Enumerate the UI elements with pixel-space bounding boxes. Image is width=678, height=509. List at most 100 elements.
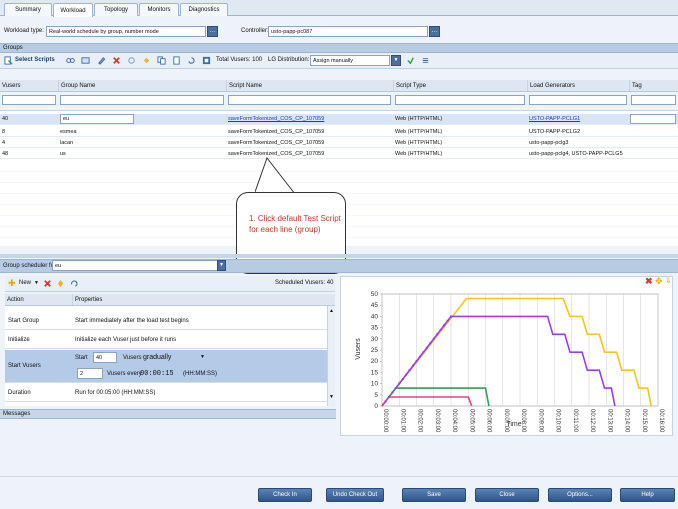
scroll-up-icon[interactable]: ▲ xyxy=(329,308,334,314)
list-icon[interactable] xyxy=(421,56,430,65)
start-vusers-input[interactable]: 40 xyxy=(93,352,117,363)
interval-input[interactable]: 00:00:15 xyxy=(140,370,174,378)
splitter[interactable] xyxy=(0,254,678,258)
col-group-name[interactable]: Group Name xyxy=(58,80,226,91)
new-button[interactable]: New xyxy=(19,280,31,286)
assign-icon[interactable] xyxy=(406,56,415,65)
cell-load-generator-link[interactable]: USTO-PAPP-PCLG1 xyxy=(527,114,629,124)
save-button[interactable]: Save xyxy=(402,488,466,502)
properties-icon[interactable] xyxy=(172,56,181,65)
filter-vusers[interactable] xyxy=(2,95,56,105)
action-name: Duration xyxy=(8,390,31,396)
scheduler-label: Group scheduler for: xyxy=(3,263,58,269)
step-vusers-input[interactable]: 2 xyxy=(77,368,103,379)
groups-header: Groups xyxy=(0,43,678,53)
new-dropdown-icon[interactable]: ▼ xyxy=(34,280,39,286)
edit-icon[interactable] xyxy=(97,56,106,65)
settings-icon[interactable] xyxy=(127,56,136,65)
col-tag[interactable]: Tag xyxy=(629,80,678,91)
delete-icon[interactable] xyxy=(112,56,121,65)
col-script-type[interactable]: Script Type xyxy=(393,80,527,91)
table-row[interactable]: 4 lacan saveFormTokenized_COS_CP_107059 … xyxy=(0,138,678,148)
move-action-icon[interactable] xyxy=(56,279,65,288)
start-mode-select[interactable]: gradually xyxy=(143,354,171,361)
filter-load-generators[interactable] xyxy=(529,95,627,105)
cell-script-name[interactable]: saveFormTokenized_COS_CP_107059 xyxy=(226,138,393,148)
start-label: Start xyxy=(75,355,88,361)
action-row[interactable]: Start Group Start immediately after the … xyxy=(5,312,335,330)
tab-summary[interactable]: Summary xyxy=(4,3,52,16)
workload-type-button[interactable]: … xyxy=(207,26,218,37)
x-tick-label: 00:10:00 xyxy=(555,409,561,433)
x-tick-label: 00:13:00 xyxy=(606,409,612,433)
series-marker xyxy=(443,324,446,327)
series-marker xyxy=(429,342,432,345)
series-marker xyxy=(446,319,449,322)
undo-icon[interactable] xyxy=(69,279,78,288)
action-row-selected[interactable]: Start Vusers Start 40 Vusers gradually ▼… xyxy=(5,350,335,383)
table-row[interactable]: 8 esmea saveFormTokenized_COS_CP_107059 … xyxy=(0,127,678,137)
undo-check-out-button[interactable]: Undo Check Out xyxy=(326,488,384,502)
delete-action-icon[interactable] xyxy=(43,279,52,288)
cell-load-generator[interactable]: USTO-PAPP-PCLG2 xyxy=(527,127,629,137)
y-tick-label: 10 xyxy=(371,381,379,388)
col-script-name[interactable]: Script Name xyxy=(226,80,393,91)
tab-workload[interactable]: Workload xyxy=(53,3,93,17)
link-icon[interactable] xyxy=(66,56,75,65)
cell-tag-input[interactable] xyxy=(630,114,676,124)
cell-script-type: Web (HTTP/HTML) xyxy=(395,116,443,122)
scheduler-scrollbar[interactable]: ▲ ▼ xyxy=(327,306,335,406)
cell-group-name: us xyxy=(60,151,66,157)
select-scripts-button[interactable]: Select Scripts xyxy=(15,57,55,63)
series-marker xyxy=(391,391,394,394)
lg-distribution-select[interactable]: Assign manually xyxy=(310,55,390,66)
filter-tag[interactable] xyxy=(631,95,676,105)
series-marker xyxy=(436,333,439,336)
check-in-button[interactable]: Check In xyxy=(258,488,312,502)
series-marker xyxy=(412,364,415,367)
col-load-generators[interactable]: Load Generators xyxy=(527,80,629,91)
view-icon[interactable] xyxy=(81,56,90,65)
close-button[interactable]: Close xyxy=(475,488,539,502)
cell-script-name[interactable]: saveFormTokenized_COS_CP_107059 xyxy=(226,127,393,137)
series-marker xyxy=(408,369,411,372)
cell-group-name-input[interactable]: eu xyxy=(60,114,134,124)
filter-script-type[interactable] xyxy=(395,95,525,105)
action-row[interactable]: Duration Run for 00:05:00 (HH:MM:SS) xyxy=(5,384,335,402)
y-tick-label: 50 xyxy=(371,291,379,298)
new-icon[interactable]: ✚ xyxy=(8,279,16,288)
vusers-label: Vusers xyxy=(123,355,142,361)
filter-group-name[interactable] xyxy=(60,95,224,105)
lg-distribution-dropdown[interactable]: ▼ xyxy=(391,55,401,66)
cell-script-link[interactable]: saveFormTokenized_COS_CP_107059 xyxy=(226,114,393,124)
controller-field[interactable]: usto-papp-pc087 xyxy=(268,26,428,37)
controller-button[interactable]: … xyxy=(429,26,440,37)
options-button[interactable]: Options... xyxy=(548,488,612,502)
copy-icon[interactable] xyxy=(157,56,166,65)
select-scripts-icon[interactable] xyxy=(4,56,13,65)
cell-load-generator[interactable]: usto-papp-pclg4, USTO-PAPP-PCLG5 xyxy=(527,149,629,159)
action-row[interactable]: Initialize Initialize each Vuser just be… xyxy=(5,331,335,349)
filter-script-name[interactable] xyxy=(228,95,391,105)
refresh-icon[interactable] xyxy=(187,56,196,65)
start-mode-dropdown[interactable]: ▼ xyxy=(200,354,205,360)
tab-monitors[interactable]: Monitors xyxy=(139,3,179,16)
table-row[interactable]: 40 eu saveFormTokenized_COS_CP_107059 We… xyxy=(0,114,678,125)
tab-diagnostics[interactable]: Diagnostics xyxy=(180,3,228,16)
scheduler-group-dropdown[interactable]: ▼ xyxy=(217,260,226,271)
action-name: Initialize xyxy=(8,337,30,343)
scroll-down-icon[interactable]: ▼ xyxy=(329,394,334,400)
scheduled-vusers: Scheduled Vusers: 40 xyxy=(275,280,334,286)
col-vusers[interactable]: Vusers xyxy=(0,80,58,91)
table-row[interactable]: 48 us saveFormTokenized_COS_CP_107059 We… xyxy=(0,149,678,159)
help-button[interactable]: Help xyxy=(620,488,675,502)
workload-type-field[interactable]: Real-world schedule by group, number mod… xyxy=(46,26,206,37)
x-tick-label: 00:00:00 xyxy=(382,409,388,433)
scheduler-group-select[interactable]: eu xyxy=(52,260,224,271)
cell-load-generator[interactable]: usto-papp-pclg3 xyxy=(527,138,629,148)
chart-ylabel: Vusers xyxy=(355,338,362,360)
export-icon[interactable] xyxy=(202,56,211,65)
tab-topology[interactable]: Topology xyxy=(94,3,138,16)
col-properties: Properties xyxy=(72,294,335,305)
sync-icon[interactable] xyxy=(142,56,151,65)
